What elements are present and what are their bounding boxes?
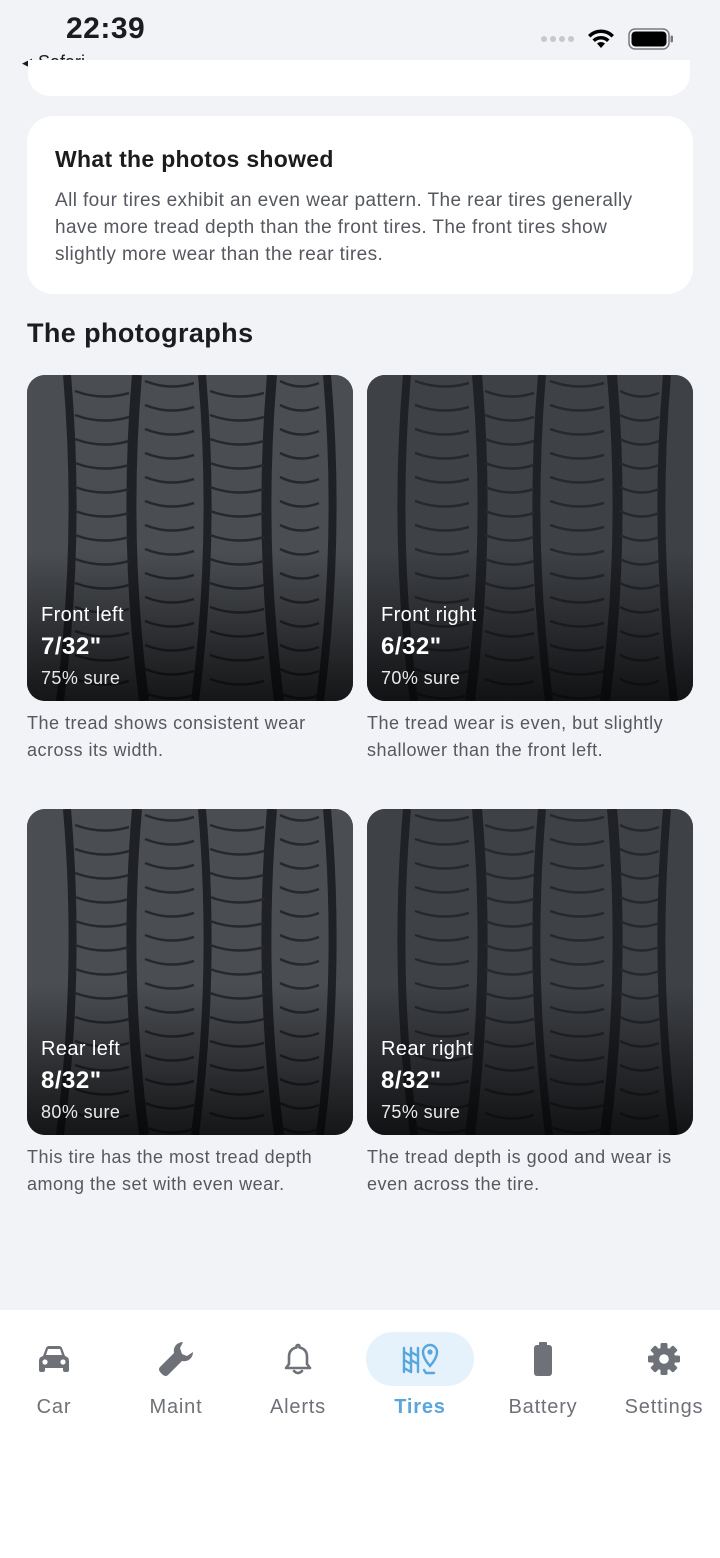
bottom-tab-bar: Car Maint Alerts Tires Battery Settings [0, 1310, 720, 1558]
summary-title: What the photos showed [55, 146, 334, 172]
previous-card-bottom [28, 60, 690, 96]
tab-label: Maint [149, 1396, 203, 1418]
tab-label: Alerts [270, 1396, 326, 1418]
tab-label: Tires [394, 1396, 446, 1418]
tab-alerts[interactable]: Alerts [238, 1332, 358, 1419]
tire-tile-rear-right[interactable]: Rear right 8/32" 75% sure The tread dept… [367, 809, 693, 1198]
tab-label: Settings [624, 1396, 704, 1418]
tab-settings[interactable]: Settings [604, 1332, 720, 1419]
status-time: 22:39 [66, 12, 146, 45]
tread-depth-value: 7/32" [41, 633, 102, 660]
tire-position-label: Rear right [381, 1038, 473, 1060]
wrench-icon [159, 1341, 194, 1376]
tire-tile-front-left[interactable]: Front left 7/32" 75% sure The tread show… [27, 375, 353, 764]
tire-photo[interactable]: Rear left 8/32" 80% sure [27, 809, 353, 1135]
tire-position-label: Front left [41, 604, 124, 626]
tab-battery[interactable]: Battery [483, 1332, 603, 1419]
confidence-value: 75% sure [41, 668, 121, 688]
tire-caption: The tread shows consistent wear across i… [27, 713, 306, 760]
summary-card: What the photos showed All four tires ex… [27, 116, 693, 294]
wifi-icon [588, 29, 614, 48]
tab-car[interactable]: Car [0, 1332, 114, 1419]
confidence-value: 80% sure [41, 1102, 121, 1122]
car-icon [39, 1346, 69, 1372]
battery-status-icon [628, 28, 673, 50]
tab-label: Car [36, 1396, 72, 1418]
battery-icon [534, 1342, 552, 1376]
tread-depth-value: 6/32" [381, 633, 442, 660]
tire-caption: The tread wear is even, but slightly sha… [367, 713, 664, 760]
tire-position-label: Rear left [41, 1038, 121, 1060]
photographs-heading: The photographs [27, 318, 254, 348]
tire-icon [402, 1343, 439, 1375]
tab-label: Battery [508, 1396, 578, 1418]
tire-photo[interactable]: Front left 7/32" 75% sure [27, 375, 353, 701]
tire-tile-front-right[interactable]: Front right 6/32" 70% sure The tread wea… [367, 375, 693, 764]
tire-photo[interactable]: Rear right 8/32" 75% sure [367, 809, 693, 1135]
bell-icon [284, 1343, 312, 1375]
confidence-value: 70% sure [381, 668, 461, 688]
tire-position-label: Front right [381, 604, 477, 626]
tire-photo[interactable]: Front right 6/32" 70% sure [367, 375, 693, 701]
tread-depth-value: 8/32" [41, 1067, 102, 1094]
status-icons [541, 28, 674, 50]
tire-tile-rear-left[interactable]: Rear left 8/32" 80% sure This tire has t… [27, 809, 353, 1198]
tire-caption: The tread depth is good and wear is even… [367, 1147, 672, 1194]
tire-caption: This tire has the most tread depth among… [27, 1147, 313, 1194]
tab-tires[interactable]: Tires [360, 1332, 480, 1419]
tread-depth-value: 8/32" [381, 1067, 442, 1094]
gear-icon [648, 1343, 680, 1375]
summary-text: All four tires exhibit an even wear patt… [55, 190, 633, 265]
confidence-value: 75% sure [381, 1102, 461, 1122]
cellular-signal-icon [541, 36, 574, 42]
tab-maint[interactable]: Maint [116, 1332, 236, 1419]
